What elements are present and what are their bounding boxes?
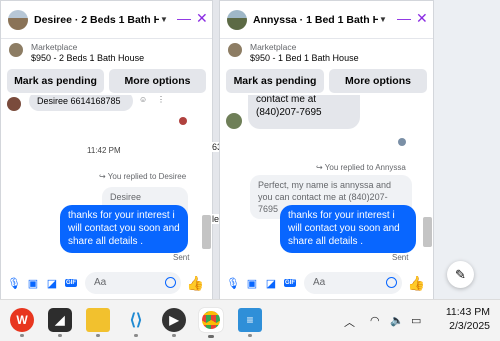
media-player-icon[interactable]: ▶	[162, 308, 186, 337]
scrollbar[interactable]	[423, 217, 432, 247]
mark-as-pending-button[interactable]: Mark as pending	[226, 69, 324, 93]
more-options-button[interactable]: More options	[329, 69, 427, 93]
chat-title[interactable]: Annyssa · 1 Bed 1 Bath House	[253, 14, 378, 26]
contact-avatar	[7, 97, 21, 111]
new-message-button[interactable]: ✎	[447, 261, 474, 288]
chevron-up-icon[interactable]: ︿	[344, 314, 355, 330]
replied-to-text: You replied to Desiree	[107, 172, 187, 181]
battery-icon[interactable]: ▭	[411, 314, 421, 327]
marketplace-label: Marketplace	[31, 42, 78, 52]
sent-status: Sent	[392, 253, 409, 262]
microphone-icon[interactable]: 🎙	[226, 277, 240, 290]
contact-avatar	[226, 113, 242, 129]
avatar	[8, 9, 28, 30]
listing-thumbnail	[228, 43, 242, 57]
photo-icon[interactable]: ▣	[27, 277, 39, 290]
sticker-icon[interactable]: ◪	[265, 277, 277, 290]
listing-title: $950 - 2 Beds 1 Bath House	[31, 53, 145, 63]
timestamp: 11:42 PM	[87, 146, 121, 155]
replied-to-label: ↪ You replied to Annyssa	[316, 163, 406, 172]
avatar	[227, 9, 247, 30]
listing-thumbnail	[9, 43, 23, 57]
message-bubble: Desiree 6614168785	[29, 95, 133, 111]
message-input-placeholder: Aa	[313, 277, 326, 288]
chrome-logo	[202, 311, 220, 329]
thumbs-up-icon[interactable]: 👍	[187, 275, 204, 292]
chrome-icon[interactable]	[199, 308, 223, 338]
reply-icon: ↪	[99, 172, 108, 181]
volume-icon[interactable]: 🔈	[390, 314, 404, 327]
gif-icon[interactable]: GIF	[65, 279, 77, 287]
vscode-icon[interactable]: ⟨⟩	[124, 308, 148, 337]
clock-date: 2/3/2025	[449, 320, 490, 332]
marketplace-label: Marketplace	[250, 42, 297, 52]
wps-office-icon[interactable]: W	[10, 308, 34, 337]
message-list[interactable]: contact me at (840)207-7695 ↪ You replie…	[220, 95, 433, 267]
replied-to-label: ↪ You replied to Desiree	[99, 172, 186, 181]
compose-bar: 🎙 ▣ ◪ GIF Aa 👍	[220, 267, 433, 299]
close-icon[interactable]: ✕	[196, 11, 208, 25]
scrollbar[interactable]	[202, 215, 211, 249]
gif-icon[interactable]: GIF	[284, 279, 296, 287]
emoji-icon[interactable]	[164, 277, 176, 288]
more-icon[interactable]: ⋮	[157, 95, 165, 104]
sent-message-bubble: thanks for your interest i will contact …	[280, 205, 416, 253]
marketplace-listing[interactable]: Marketplace $950 - 2 Beds 1 Bath House	[1, 38, 212, 68]
more-options-button[interactable]: More options	[109, 69, 206, 93]
minimize-icon[interactable]: —	[397, 11, 411, 25]
reply-icon[interactable]: ↪	[316, 163, 325, 172]
taskbar: W ◢ ⟨⟩ ▶ ≡ ︿ ◠ 🔈 ▭ 11:43 PM 2/3/2025	[0, 299, 500, 341]
message-input[interactable]: Aa	[304, 272, 402, 294]
sent-status: Sent	[173, 253, 190, 262]
microphone-icon[interactable]: 🎙	[7, 277, 21, 290]
message-bubble: contact me at (840)207-7695	[248, 95, 360, 129]
chat-title[interactable]: Desiree · 2 Beds 1 Bath House	[34, 14, 159, 26]
wifi-icon[interactable]: ◠	[370, 314, 380, 327]
minimize-icon[interactable]: —	[177, 11, 191, 25]
listing-title: $950 - 1 Bed 1 Bath House	[250, 53, 359, 63]
close-icon[interactable]: ✕	[416, 11, 428, 25]
file-explorer-icon[interactable]	[86, 308, 110, 337]
compose-bar: 🎙 ▣ ◪ GIF Aa 👍	[1, 267, 212, 299]
chat-window-annyssa: Annyssa · 1 Bed 1 Bath House ▼ — ✕ Marke…	[219, 0, 434, 300]
replied-to-text: You replied to Annyssa	[324, 163, 406, 172]
notepad-icon[interactable]: ≡	[238, 308, 262, 337]
chat-header[interactable]: Desiree · 2 Beds 1 Bath House ▼ — ✕	[1, 1, 212, 39]
read-receipt-avatar	[398, 138, 406, 146]
chevron-down-icon[interactable]: ▼	[379, 15, 387, 24]
photo-icon[interactable]: ▣	[246, 277, 258, 290]
message-list[interactable]: Desiree 6614168785 ☺ ⋮ 11:42 PM ↪ You re…	[1, 95, 212, 267]
emoji-icon[interactable]	[385, 277, 397, 288]
system-clock[interactable]: 11:43 PM 2/3/2025	[446, 305, 490, 333]
message-input-placeholder: Aa	[94, 277, 107, 288]
chevron-down-icon[interactable]: ▼	[160, 15, 168, 24]
compose-icon: ✎	[455, 266, 466, 282]
react-icon[interactable]: ☺	[139, 95, 147, 104]
mark-as-pending-button[interactable]: Mark as pending	[7, 69, 104, 93]
marketplace-listing[interactable]: Marketplace $950 - 1 Bed 1 Bath House	[220, 38, 433, 68]
chat-header[interactable]: Annyssa · 1 Bed 1 Bath House ▼ — ✕	[220, 1, 433, 39]
clock-time: 11:43 PM	[445, 306, 490, 318]
app-icon[interactable]: ◢	[48, 308, 72, 337]
message-input[interactable]: Aa	[85, 272, 181, 294]
thumbs-up-icon[interactable]: 👍	[408, 275, 425, 292]
chat-window-desiree: Desiree · 2 Beds 1 Bath House ▼ — ✕ Mark…	[0, 0, 213, 300]
read-receipt-avatar	[179, 117, 187, 125]
sent-message-bubble: thanks for your interest i will contact …	[60, 205, 188, 253]
sticker-icon[interactable]: ◪	[46, 277, 58, 290]
